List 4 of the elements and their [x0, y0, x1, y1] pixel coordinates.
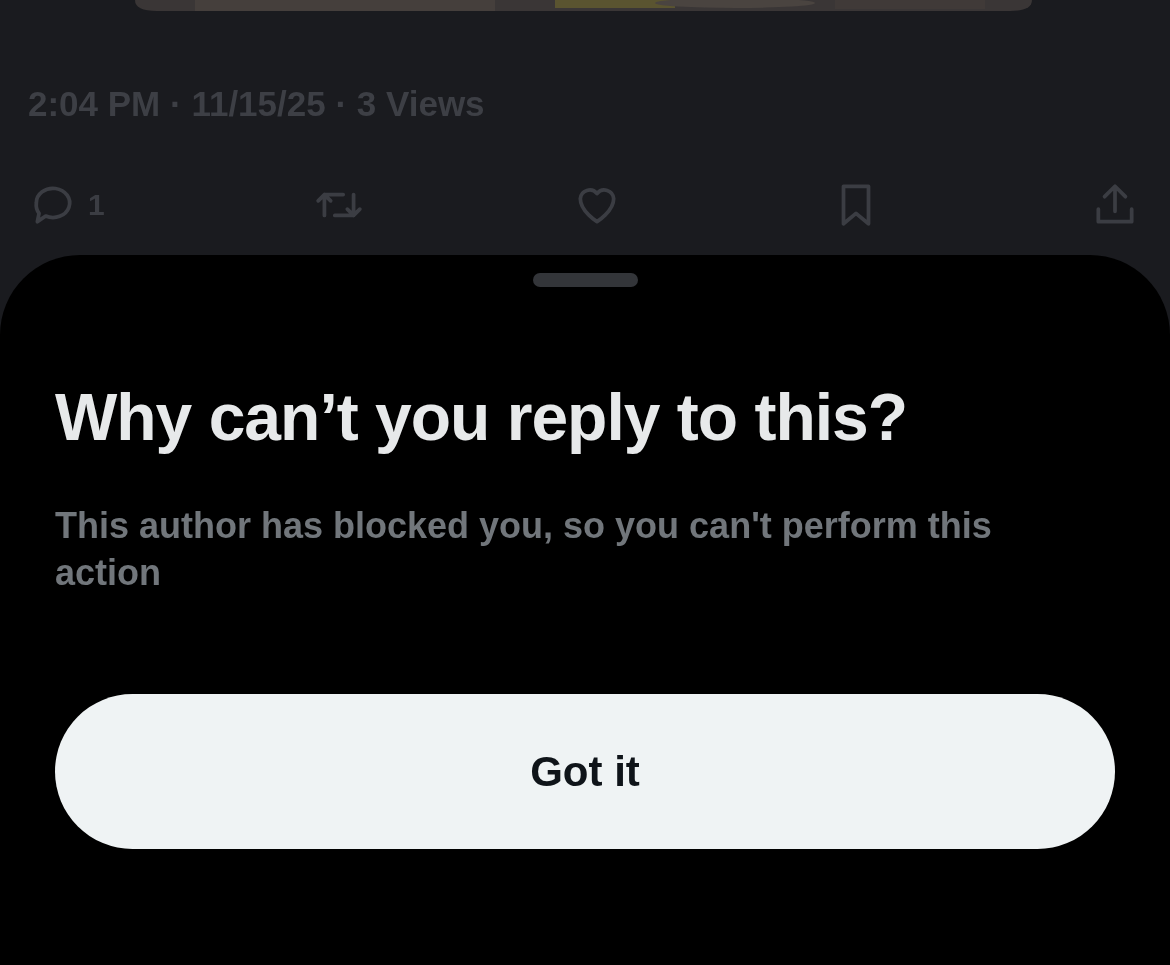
drag-handle[interactable] [532, 273, 638, 287]
sheet-message: This author has blocked you, so you can't perform this action [55, 504, 993, 595]
got-it-button[interactable]: Got it [55, 694, 1115, 849]
sheet-title: Why can’t you reply to this? [55, 379, 909, 456]
